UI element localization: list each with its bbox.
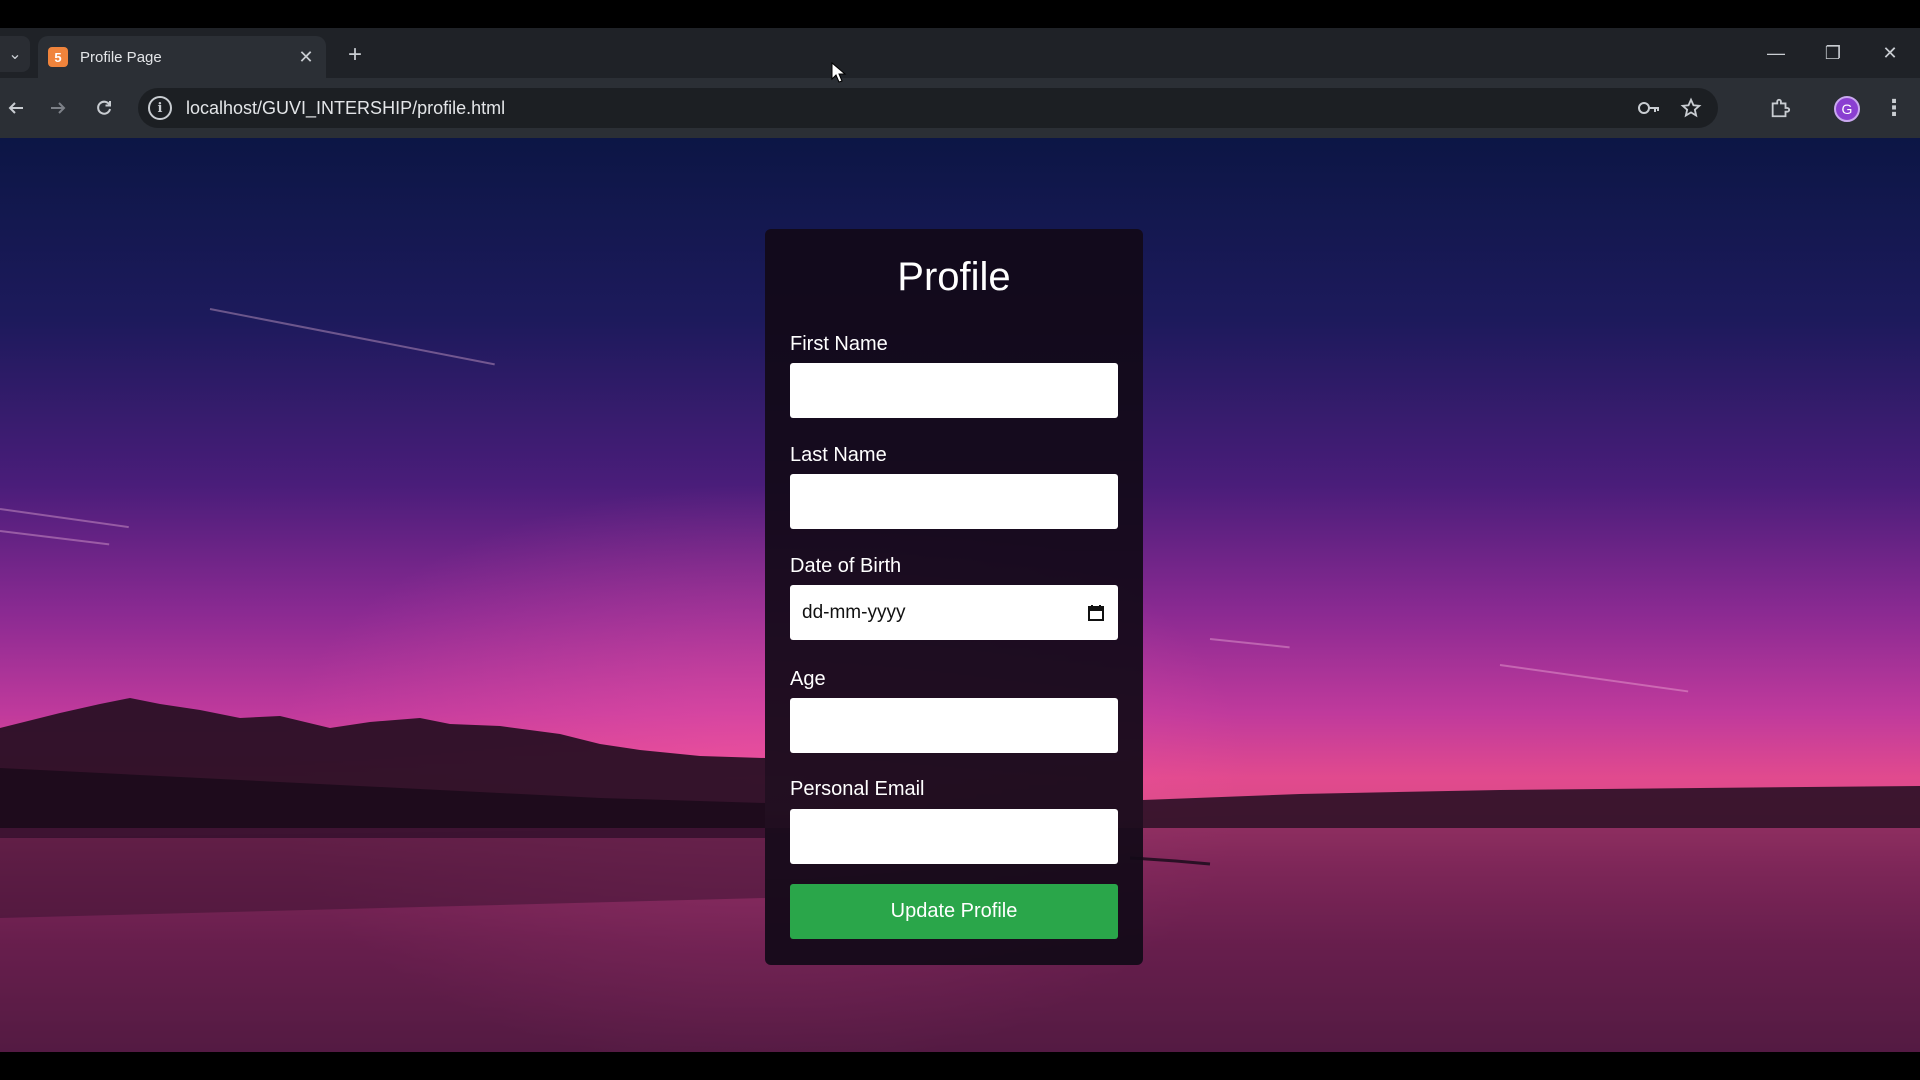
minimize-icon: — [1767,42,1785,63]
page-viewport: Profile First Name Last Name Date of Bir… [0,138,1920,1052]
bookmark-star-icon[interactable] [1676,93,1706,123]
restore-button[interactable]: ❐ [1813,36,1853,70]
forward-button[interactable] [42,92,74,124]
back-button[interactable] [0,92,32,124]
profile-avatar[interactable]: G [1834,96,1860,122]
calendar-icon[interactable] [1086,603,1106,623]
tab-title: Profile Page [80,48,162,66]
browser-menu-button[interactable]: ⋮ [1880,92,1908,124]
window-close-button[interactable]: ✕ [1870,36,1910,70]
arrow-right-icon [51,102,66,114]
close-icon: ✕ [298,46,314,67]
address-bar[interactable]: i localhost/GUVI_INTERSHIP/profile.html [138,88,1718,128]
extensions-button[interactable] [1764,92,1796,124]
arrow-left-icon [8,102,23,114]
email-label: Personal Email [790,778,925,800]
screen: ⌄ 5 Profile Page ✕ + — ❐ ✕ i localhost/G… [0,0,1920,1080]
address-url[interactable]: localhost/GUVI_INTERSHIP/profile.html [186,98,1634,119]
last-name-label: Last Name [790,444,887,466]
dob-input[interactable]: dd-mm-yyyy [790,585,1118,640]
more-vertical-icon: ⋮ [1883,95,1905,120]
mouse-cursor-icon [831,62,847,83]
restore-icon: ❐ [1824,42,1842,63]
site-info-icon[interactable]: i [148,96,172,120]
age-label: Age [790,668,826,690]
tab-search-dropdown[interactable]: ⌄ [0,36,30,72]
new-tab-button[interactable]: + [340,40,370,70]
email-input[interactable] [790,809,1118,864]
html5-icon: 5 [48,47,68,67]
plus-icon: + [347,41,362,68]
browser-tab[interactable]: 5 Profile Page ✕ [38,36,326,78]
age-input[interactable] [790,698,1118,753]
last-name-input[interactable] [790,474,1118,529]
reload-button[interactable] [88,92,120,124]
first-name-input[interactable] [790,363,1118,418]
chevron-down-icon: ⌄ [8,46,22,63]
page-title: Profile [897,255,1011,299]
profile-card: Profile First Name Last Name Date of Bir… [765,229,1143,965]
first-name-label: First Name [790,333,888,355]
update-profile-button[interactable]: Update Profile [790,884,1118,939]
dob-label: Date of Birth [790,555,902,577]
dob-placeholder: dd-mm-yyyy [802,601,906,623]
close-icon: ✕ [1882,42,1898,63]
reload-icon [97,100,111,115]
puzzle-icon [1771,98,1791,118]
minimize-button[interactable]: — [1756,36,1796,70]
password-key-icon[interactable] [1634,93,1664,123]
tab-close-button[interactable]: ✕ [294,45,318,69]
